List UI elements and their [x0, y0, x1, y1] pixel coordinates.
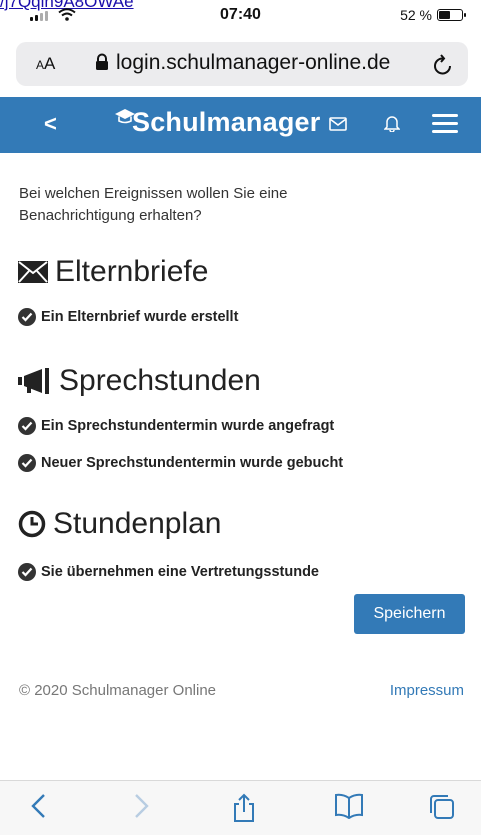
checked-checkbox-icon[interactable]	[18, 308, 36, 326]
text-size-button[interactable]: AA	[36, 54, 55, 74]
section-title: Sprechstunden	[59, 364, 261, 397]
forward-arrow-icon[interactable]	[134, 793, 150, 819]
mail-icon[interactable]	[329, 117, 347, 131]
logo-text: Schulmanager	[132, 107, 321, 137]
browser-toolbar	[0, 780, 481, 835]
notify-checkbox-sprechstunde-angefragt[interactable]: Ein Sprechstundentermin wurde angefragt	[18, 417, 334, 435]
checked-checkbox-icon[interactable]	[18, 417, 36, 435]
tabs-icon[interactable]	[428, 793, 456, 821]
save-button[interactable]: Speichern	[354, 594, 465, 634]
app-navbar: < Schulmanager	[0, 97, 481, 153]
address-bar[interactable]: AA login.schulmanager-online.de	[16, 42, 468, 86]
battery-icon	[437, 9, 466, 21]
status-bar: 07:40 52 %	[0, 0, 481, 30]
section-title: Stundenplan	[53, 507, 222, 540]
battery-percent: 52 %	[400, 7, 432, 23]
bell-icon[interactable]	[384, 114, 400, 132]
clock-icon	[18, 510, 46, 538]
footer-copyright: © 2020 Schulmanager Online	[19, 682, 217, 699]
back-arrow-icon[interactable]	[30, 793, 46, 819]
checkbox-label: Ein Sprechstundentermin wurde angefragt	[41, 418, 335, 434]
intro-text: Bei welchen Ereignissen wollen Sie eine …	[19, 185, 288, 224]
bookmarks-icon[interactable]	[334, 793, 364, 819]
notify-checkbox-vertretungsstunde[interactable]: Sie übernehmen eine Vertretungsstunde	[18, 563, 319, 581]
url-text[interactable]: login.schulmanager-online.de	[116, 51, 390, 75]
lock-icon	[96, 53, 108, 70]
share-icon[interactable]	[232, 793, 256, 823]
section-heading-sprechstunden: Sprechstunden	[18, 364, 261, 398]
megaphone-icon	[18, 368, 49, 394]
envelope-icon	[18, 261, 48, 283]
checkbox-label: Sie übernehmen eine Vertretungsstunde	[41, 564, 319, 580]
section-title: Elternbriefe	[55, 255, 209, 288]
app-logo[interactable]: Schulmanager	[114, 107, 320, 138]
checked-checkbox-icon[interactable]	[18, 563, 36, 581]
checkbox-label: Neuer Sprechstundentermin wurde gebucht	[41, 455, 344, 471]
reload-icon[interactable]	[432, 52, 454, 76]
notify-checkbox-elternbrief-erstellt[interactable]: Ein Elternbrief wurde erstellt	[18, 308, 238, 326]
battery-fill	[439, 11, 451, 19]
checkbox-label: Ein Elternbrief wurde erstellt	[41, 309, 239, 325]
notify-checkbox-sprechstunde-gebucht[interactable]: Neuer Sprechstundentermin wurde gebucht	[18, 454, 343, 472]
section-heading-stundenplan: Stundenplan	[18, 507, 222, 541]
checked-checkbox-icon[interactable]	[18, 454, 36, 472]
impressum-link[interactable]: Impressum	[390, 682, 464, 699]
hamburger-menu-icon[interactable]	[432, 114, 458, 134]
section-heading-elternbriefe: Elternbriefe	[18, 255, 208, 289]
battery-indicator: 52 %	[400, 7, 466, 23]
back-button[interactable]: <	[44, 111, 57, 137]
